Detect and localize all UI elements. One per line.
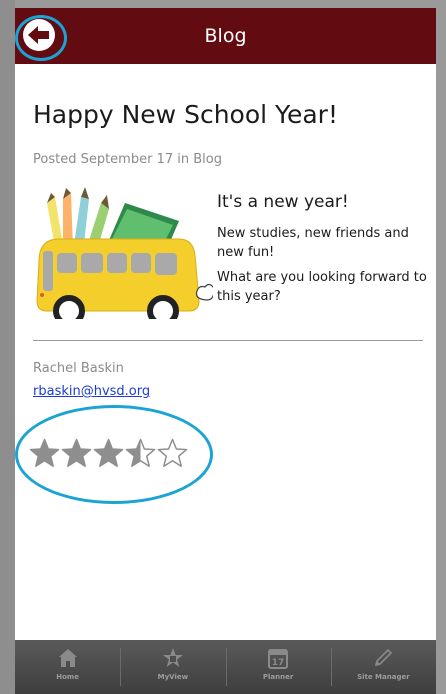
post-headline: It's a new year!: [217, 192, 349, 212]
star-icon: [162, 648, 183, 667]
tab-label: Planner: [262, 673, 294, 681]
tab-home[interactable]: Home: [15, 640, 120, 694]
tab-planner[interactable]: 17 Planner: [225, 640, 331, 694]
star-rating[interactable]: [29, 438, 188, 472]
calendar-icon: 17: [268, 649, 289, 669]
author-email-link[interactable]: rbaskin@hvsd.org: [33, 384, 150, 399]
blog-post: Happy New School Year! Posted September …: [15, 64, 436, 634]
back-button[interactable]: [19, 15, 59, 55]
star-filled-icon[interactable]: [29, 438, 60, 469]
post-meta: Posted September 17 in Blog: [33, 152, 222, 167]
device-frame-left: [0, 0, 15, 694]
back-arrow-icon: [23, 19, 55, 51]
post-body: It's a new year! New studies, new friend…: [217, 192, 427, 312]
tab-label: Home: [56, 673, 79, 681]
star-filled-icon[interactable]: [61, 438, 92, 469]
star-filled-icon[interactable]: [93, 438, 124, 469]
post-paragraph: What are you looking forward to this yea…: [217, 270, 427, 304]
tab-myview[interactable]: MyView: [120, 640, 225, 694]
bottom-tab-bar: Home MyView 17 Planner Site Manager: [15, 640, 436, 694]
pencil-icon: [375, 648, 393, 667]
tab-site-manager[interactable]: Site Manager: [330, 640, 436, 694]
device-frame-right: [436, 0, 446, 694]
post-title: Happy New School Year!: [33, 100, 338, 129]
title-bar: Blog: [15, 8, 436, 64]
star-half-icon[interactable]: [125, 438, 156, 469]
page-title: Blog: [204, 25, 247, 47]
star-empty-icon[interactable]: [157, 438, 188, 469]
tab-label: Site Manager: [357, 673, 410, 681]
svg-text:17: 17: [272, 658, 285, 668]
post-paragraph: New studies, new friends and new fun!: [217, 226, 409, 260]
phone-screen: Blog Happy New School Year! Posted Septe…: [0, 0, 446, 694]
home-icon: [58, 649, 77, 667]
school-bus-illustration: [36, 187, 213, 319]
author-name: Rachel Baskin: [33, 361, 124, 376]
tab-label: MyView: [157, 673, 189, 681]
divider: [33, 340, 423, 341]
device-frame-top: [0, 0, 446, 8]
